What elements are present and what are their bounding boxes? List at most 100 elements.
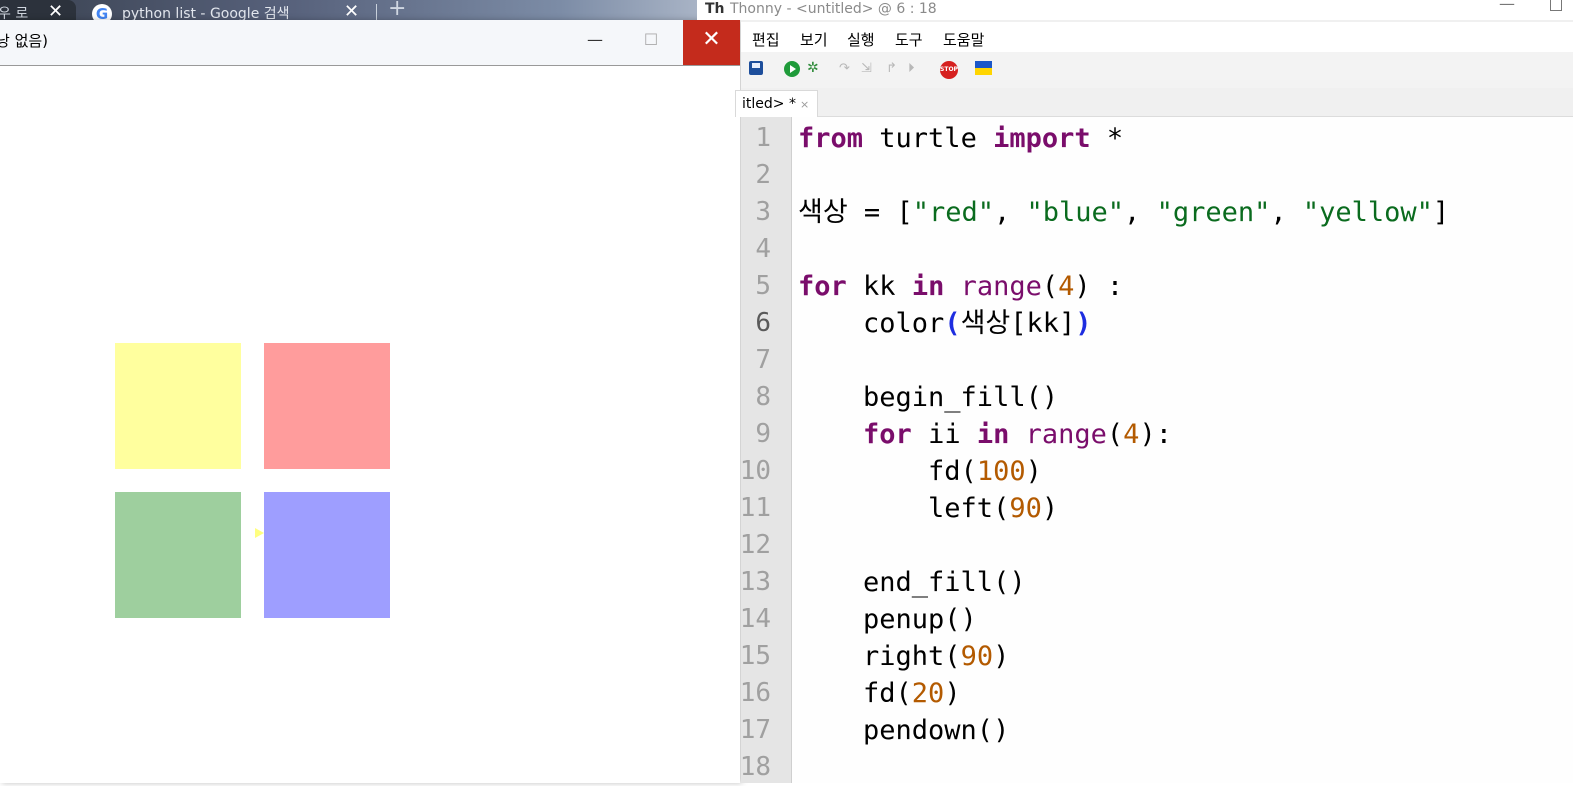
close-button[interactable]: ✕: [683, 20, 740, 65]
menu-edit[interactable]: 편집: [752, 29, 780, 50]
code-token: 색상 = [: [798, 197, 913, 228]
code-token: 4: [1123, 419, 1140, 450]
code-line[interactable]: right(90): [798, 638, 1009, 675]
line-number: 16: [739, 678, 771, 708]
code-token: ]: [1432, 197, 1450, 228]
code-token: 색상[kk]: [960, 308, 1076, 339]
code-token: ): [1075, 308, 1092, 339]
maximize-button[interactable]: ☐: [628, 20, 674, 65]
line-number: 6: [755, 308, 771, 338]
code-token: begin_fill(): [798, 382, 1059, 413]
code-line[interactable]: begin_fill(): [798, 379, 1058, 416]
code-line[interactable]: for ii in range(4):: [798, 416, 1172, 453]
code-token: 90: [960, 641, 994, 672]
line-number: 9: [755, 419, 771, 449]
line-number: 18: [739, 752, 771, 782]
code-token: ): [1041, 493, 1059, 524]
code-token: right(: [798, 641, 961, 672]
code-token: in: [976, 419, 1010, 450]
line-number: 7: [755, 345, 771, 375]
code-line[interactable]: fd(20): [798, 675, 961, 712]
code-token: kk: [846, 271, 912, 302]
code-token: "yellow": [1302, 197, 1433, 228]
code-token: fd(: [798, 456, 977, 487]
thonny-logo-icon: Th: [705, 1, 725, 17]
code-token: ): [993, 641, 1010, 672]
step-into-icon[interactable]: ⇲: [861, 61, 872, 76]
code-token: left(: [798, 493, 1010, 524]
ukraine-flag-icon[interactable]: [975, 61, 992, 75]
code-line[interactable]: penup(): [798, 601, 977, 638]
code-line[interactable]: from turtle import *: [798, 120, 1123, 157]
editor-tab-bar: itled> * ×: [735, 88, 1573, 117]
code-token: 100: [976, 456, 1026, 487]
menu-run[interactable]: 실행: [847, 29, 875, 50]
step-over-icon[interactable]: ↷: [839, 61, 850, 76]
code-token: 90: [1009, 493, 1042, 524]
line-number: 10: [739, 456, 771, 486]
code-token: ) :: [1074, 271, 1124, 302]
resume-icon[interactable]: ⏵: [908, 61, 915, 76]
menu-help[interactable]: 도움말: [943, 29, 984, 50]
code-line[interactable]: end_fill(): [798, 564, 1026, 601]
window-titlebar[interactable]: 낭 없음) — ☐ ✕: [0, 20, 740, 66]
code-token: ,: [993, 197, 1027, 228]
stop-icon[interactable]: STOP: [940, 61, 958, 79]
code-token: "green": [1156, 197, 1271, 228]
line-number: 14: [739, 604, 771, 634]
minimize-button[interactable]: —: [1499, 0, 1515, 13]
code-line[interactable]: pendown(): [798, 712, 1009, 749]
window-title: Thonny - <untitled> @ 6 : 18: [730, 1, 937, 17]
menu-view[interactable]: 보기: [800, 29, 828, 50]
code-token: in: [911, 271, 945, 302]
line-number: 1: [755, 123, 771, 153]
code-line[interactable]: for kk in range(4) :: [798, 268, 1123, 305]
toolbar: ✲ ↷ ⇲ ↱ ⏵ STOP: [741, 52, 1573, 88]
save-icon[interactable]: [749, 61, 763, 75]
code-token: 4: [1058, 271, 1075, 302]
thonny-window: Th Thonny - <untitled> @ 6 : 18 — 편집 보기 …: [697, 0, 1573, 783]
turtle-graphics-window: 낭 없음) — ☐ ✕: [0, 20, 740, 783]
window-titlebar[interactable]: Th Thonny - <untitled> @ 6 : 18 —: [697, 0, 1573, 20]
code-token: ):: [1139, 419, 1172, 450]
debug-icon[interactable]: ✲: [807, 60, 819, 76]
code-line[interactable]: fd(100): [798, 453, 1042, 490]
line-number: 17: [739, 715, 771, 745]
maximize-button[interactable]: [1550, 0, 1562, 11]
code-token: end_fill(): [798, 567, 1026, 598]
line-number: 13: [739, 567, 771, 597]
menu-tools[interactable]: 도구: [895, 29, 923, 50]
code-token: ): [944, 678, 961, 709]
code-token: *: [1090, 123, 1124, 154]
code-token: pendown(): [798, 715, 1010, 746]
turtle-cursor-icon: [255, 528, 264, 538]
code-token: import: [993, 123, 1091, 154]
code-token: range: [1025, 419, 1107, 450]
run-icon[interactable]: [784, 61, 800, 77]
code-token: for: [863, 419, 912, 450]
new-tab-button[interactable]: +: [388, 0, 406, 21]
code-token: "red": [912, 197, 994, 228]
code-token: for: [798, 271, 847, 302]
close-tab-icon[interactable]: ×: [800, 98, 809, 111]
code-editor[interactable]: 1 2 3 4 5 6 7 8 9 10 11 12 13 14 15 16 17 18 from turtle …: [739, 117, 1573, 783]
code-token: (: [1041, 271, 1059, 302]
step-out-icon[interactable]: ↱: [886, 61, 897, 76]
code-line[interactable]: left(90): [798, 490, 1058, 527]
line-number: 5: [755, 271, 771, 301]
code-token: "blue": [1026, 197, 1125, 228]
turtle-canvas[interactable]: [0, 66, 740, 783]
code-token: color: [798, 308, 945, 339]
line-number: 2: [755, 160, 771, 190]
red-square: [264, 343, 390, 469]
code-line[interactable]: 색상 = ["red", "blue", "green", "yellow"]: [798, 194, 1449, 231]
code-token: ii: [911, 419, 977, 450]
line-number: 4: [755, 234, 771, 264]
code-token: penup(): [798, 604, 977, 635]
code-token: ): [1025, 456, 1042, 487]
tab-untitled[interactable]: itled> * ×: [735, 90, 819, 117]
code-line[interactable]: color(색상[kk]): [798, 305, 1092, 342]
minimize-button[interactable]: —: [572, 20, 618, 65]
